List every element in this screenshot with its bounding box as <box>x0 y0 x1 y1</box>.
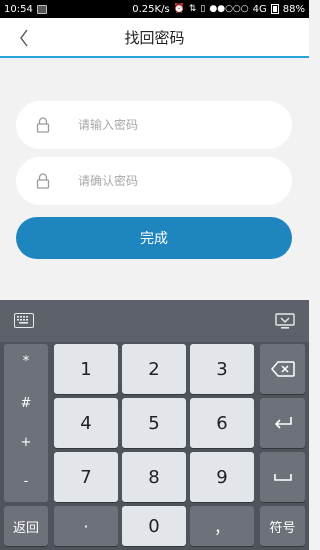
confirm-password-input[interactable] <box>78 157 278 205</box>
keyboard-switch-icon[interactable] <box>14 313 34 328</box>
chevron-left-icon <box>20 29 28 47</box>
keyboard-hide-icon[interactable] <box>275 313 295 330</box>
key-5[interactable]: 5 <box>122 398 186 448</box>
keyboard-keys: * # + - 1 2 3 4 5 6 7 8 9 返回 · 0 ， 符号 <box>0 342 309 550</box>
lock-icon <box>36 173 50 189</box>
key-8[interactable]: 8 <box>122 452 186 502</box>
backspace-key[interactable] <box>260 344 305 394</box>
key-plus[interactable]: + <box>4 435 48 450</box>
password-input[interactable] <box>78 101 278 149</box>
back-button[interactable] <box>14 27 34 49</box>
key-9[interactable]: 9 <box>190 452 254 502</box>
back-key[interactable]: 返回 <box>4 506 48 546</box>
key-6[interactable]: 6 <box>190 398 254 448</box>
header: 找回密码 <box>0 18 309 58</box>
key-7[interactable]: 7 <box>54 452 118 502</box>
key-1[interactable]: 1 <box>54 344 118 394</box>
signal-strength-icon: ●●○○○ <box>209 3 249 14</box>
lock-icon <box>36 117 50 133</box>
notification-app-icon <box>36 4 47 14</box>
key-0[interactable]: 0 <box>122 506 186 546</box>
status-time: 10:54 <box>4 3 33 15</box>
key-3[interactable]: 3 <box>190 344 254 394</box>
data-transfer-icon: ⇅ <box>188 3 197 14</box>
network-speed: 0.25K/s <box>132 3 170 15</box>
submit-button[interactable]: 完成 <box>16 217 292 259</box>
enter-icon <box>274 417 292 429</box>
backspace-icon <box>270 361 295 377</box>
battery-level: 88% <box>282 3 305 15</box>
alarm-icon: ⏰ <box>173 3 185 14</box>
space-icon <box>273 474 292 481</box>
network-type: 4G <box>252 3 267 15</box>
symbol-column: * # + - <box>4 344 48 502</box>
key-comma[interactable]: ， <box>190 506 254 546</box>
confirm-password-field <box>16 157 292 205</box>
password-field <box>16 101 292 149</box>
key-asterisk[interactable]: * <box>4 354 48 369</box>
key-minus[interactable]: - <box>4 474 48 489</box>
enter-key[interactable] <box>260 398 305 448</box>
key-hash[interactable]: # <box>4 396 48 411</box>
key-4[interactable]: 4 <box>54 398 118 448</box>
page-title: 找回密码 <box>124 28 185 47</box>
numeric-keyboard: * # + - 1 2 3 4 5 6 7 8 9 返回 · 0 ， 符号 <box>0 300 309 550</box>
battery-icon <box>270 4 279 14</box>
key-dot[interactable]: · <box>54 506 118 546</box>
status-bar: 10:54 0.25K/s ⏰ ⇅ ▯ ●●○○○ 4G 88% <box>0 0 309 18</box>
key-2[interactable]: 2 <box>122 344 186 394</box>
symbols-key[interactable]: 符号 <box>260 506 305 546</box>
vibrate-icon: ▯ <box>200 3 206 14</box>
keyboard-toolbar <box>0 300 309 342</box>
space-key[interactable] <box>260 452 305 502</box>
